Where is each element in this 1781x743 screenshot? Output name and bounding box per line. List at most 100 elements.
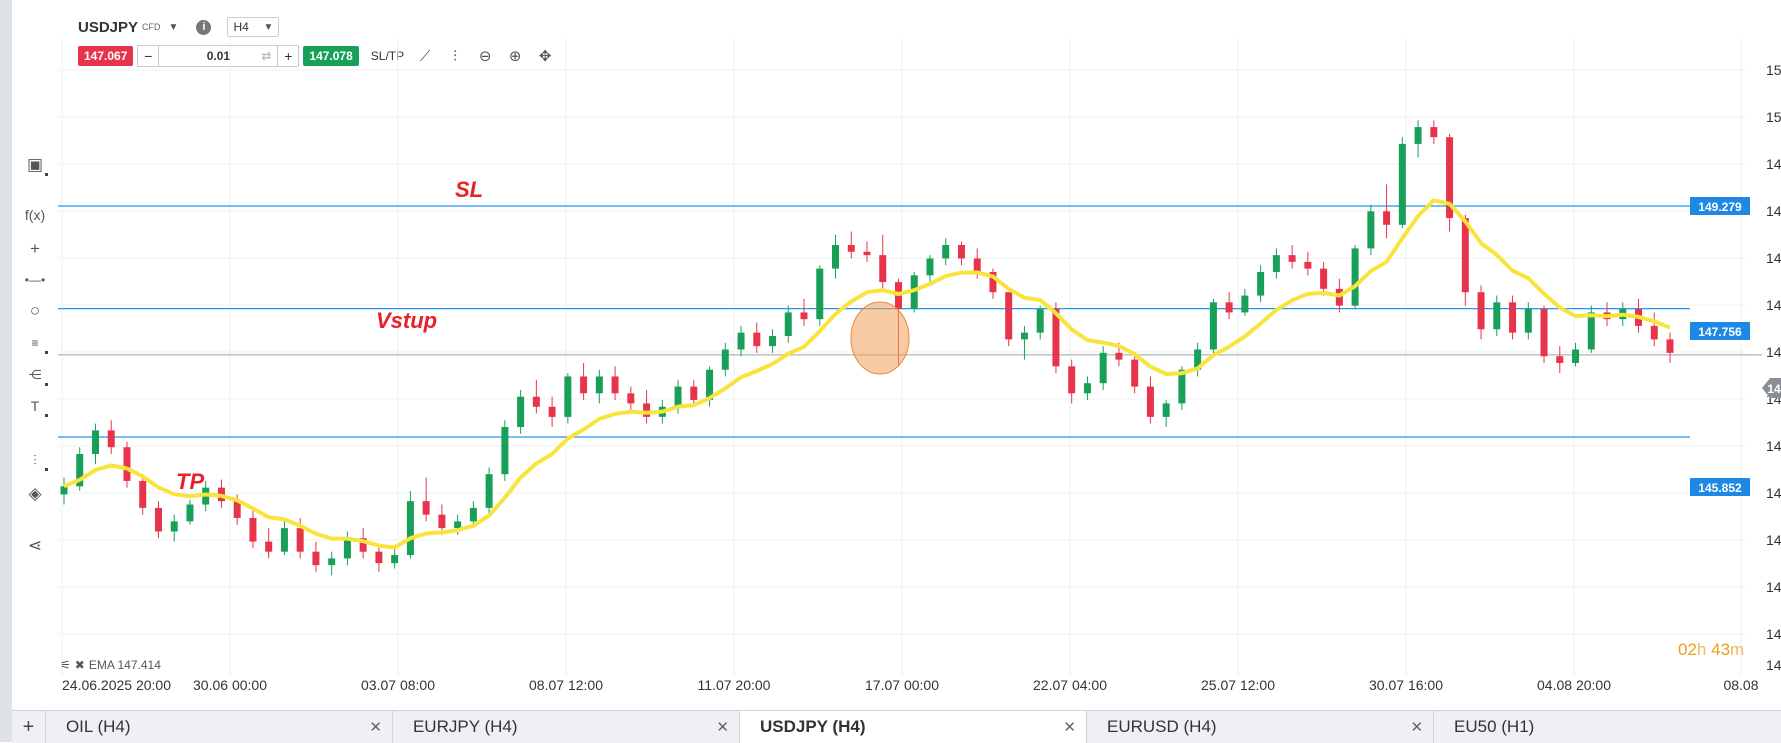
candle (1036, 305, 1044, 340)
tab-oil[interactable]: OIL (H4) ✕ (46, 711, 393, 743)
add-tab-button[interactable]: + (12, 711, 46, 743)
candle (1367, 204, 1375, 256)
timer-minutes: 43 (1711, 640, 1731, 659)
candle (107, 420, 115, 454)
current-price-label: 14 (1767, 382, 1781, 396)
time-axis-label: 30.06 00:00 (193, 677, 267, 693)
price-axis-label: 14 (1766, 657, 1781, 673)
price-axis-label: 14 (1766, 438, 1781, 454)
candle (1083, 376, 1091, 401)
price-axis-label: 14 (1766, 156, 1781, 172)
time-axis-label: 24.06.2025 20:00 (62, 677, 171, 693)
tab-usdjpy[interactable]: USDJPY (H4) ✕ (739, 711, 1087, 743)
close-icon[interactable]: ✕ (369, 718, 382, 736)
candle (1650, 312, 1658, 347)
time-axis-label: 30.07 16:00 (1369, 677, 1443, 693)
entry-annotation: Vstup (376, 308, 437, 333)
candle (343, 531, 351, 566)
time-axis-label: 04.08 20:00 (1537, 677, 1611, 693)
price-axis-label: 14 (1766, 485, 1781, 501)
candle (249, 507, 257, 549)
chart-tabs: + OIL (H4) ✕ EURJPY (H4) ✕ USDJPY (H4) ✕… (12, 710, 1781, 743)
time-axis: 24.06.2025 20:00 30.06 00:00 03.07 08:00 08… (62, 677, 1759, 693)
candle (375, 544, 383, 572)
candle (1587, 305, 1595, 353)
timer-h-unit: h (1696, 640, 1707, 659)
entry-highlight (850, 301, 910, 375)
candle (627, 386, 635, 414)
candle (501, 420, 509, 481)
candle (548, 396, 556, 428)
candle (1304, 251, 1312, 276)
candle (1383, 184, 1391, 239)
price-axis-label: 14 (1766, 203, 1781, 219)
candle (485, 467, 493, 515)
entry-level-label: 147.756 (1698, 325, 1742, 339)
candle (1666, 332, 1674, 363)
candle (595, 369, 603, 404)
candle (422, 477, 430, 522)
candle (1572, 342, 1580, 367)
current-price-tag: 14 (1762, 378, 1781, 398)
timer-m-unit: m (1730, 640, 1745, 659)
tp-level-label: 145.852 (1698, 481, 1742, 495)
close-icon[interactable]: ✕ (716, 718, 729, 736)
candle (532, 379, 540, 414)
tab-eurjpy[interactable]: EURJPY (H4) ✕ (393, 711, 740, 743)
candle (847, 231, 855, 259)
ema-legend-label: EMA 147.414 (88, 658, 161, 672)
tab-label: EURJPY (H4) (412, 717, 518, 736)
price-axis-label: 15 (1766, 109, 1781, 125)
time-axis-label: 03.07 08:00 (361, 677, 435, 693)
candle (1461, 214, 1469, 306)
time-axis-label: 25.07 12:00 (1201, 677, 1275, 693)
candle (1351, 245, 1359, 310)
candle (517, 389, 525, 434)
settings-icon[interactable]: ⚟ (60, 658, 71, 672)
candle (186, 499, 194, 525)
sl-annotation: SL (455, 177, 483, 202)
candle (328, 551, 336, 576)
price-axis-label: 14 (1766, 250, 1781, 266)
candle (832, 234, 840, 279)
candle (1194, 342, 1202, 377)
price-chart[interactable]: SL Vstup TP 15 15 14 14 14 14 14 14 14 14 14 14 14 14… (0, 0, 1781, 710)
close-icon[interactable]: ✕ (1410, 718, 1423, 736)
price-axis-label: 15 (1766, 62, 1781, 78)
level-lines (58, 205, 1762, 438)
candle (1162, 400, 1170, 428)
close-icon[interactable]: ✖ (75, 658, 85, 672)
candle (1524, 302, 1532, 340)
price-axis-label: 14 (1766, 297, 1781, 313)
candle (784, 305, 792, 343)
price-axis-label: 14 (1766, 579, 1781, 595)
candle (1005, 292, 1013, 347)
candle (265, 528, 273, 559)
candle (1288, 245, 1296, 269)
candle (1209, 298, 1217, 357)
candle (1241, 288, 1249, 316)
sl-level-label: 149.279 (1698, 200, 1742, 214)
candle (1272, 248, 1280, 279)
price-axis-label: 14 (1766, 344, 1781, 360)
candle (816, 265, 824, 326)
price-axis-label: 14 (1766, 626, 1781, 642)
candle (1556, 346, 1564, 374)
candle (769, 329, 777, 353)
candle (643, 389, 651, 424)
candle (1477, 285, 1485, 340)
candle (1099, 346, 1107, 390)
candle (1493, 295, 1501, 337)
candle (1131, 352, 1139, 394)
candle (1146, 376, 1154, 424)
time-axis-label: 17.07 00:00 (865, 677, 939, 693)
ema-legend[interactable]: ⚟ ✖ EMA 147.414 (60, 658, 161, 672)
candle (406, 491, 414, 559)
candle (989, 268, 997, 299)
tab-eu50[interactable]: EU50 (H1) (1434, 711, 1781, 743)
candle (280, 521, 288, 556)
candle (1068, 359, 1076, 404)
price-axis: 15 15 14 14 14 14 14 14 14 14 14 14 14 14 (1766, 62, 1781, 673)
close-icon[interactable]: ✕ (1063, 718, 1076, 736)
tab-eurusd[interactable]: EURUSD (H4) ✕ (1087, 711, 1435, 743)
